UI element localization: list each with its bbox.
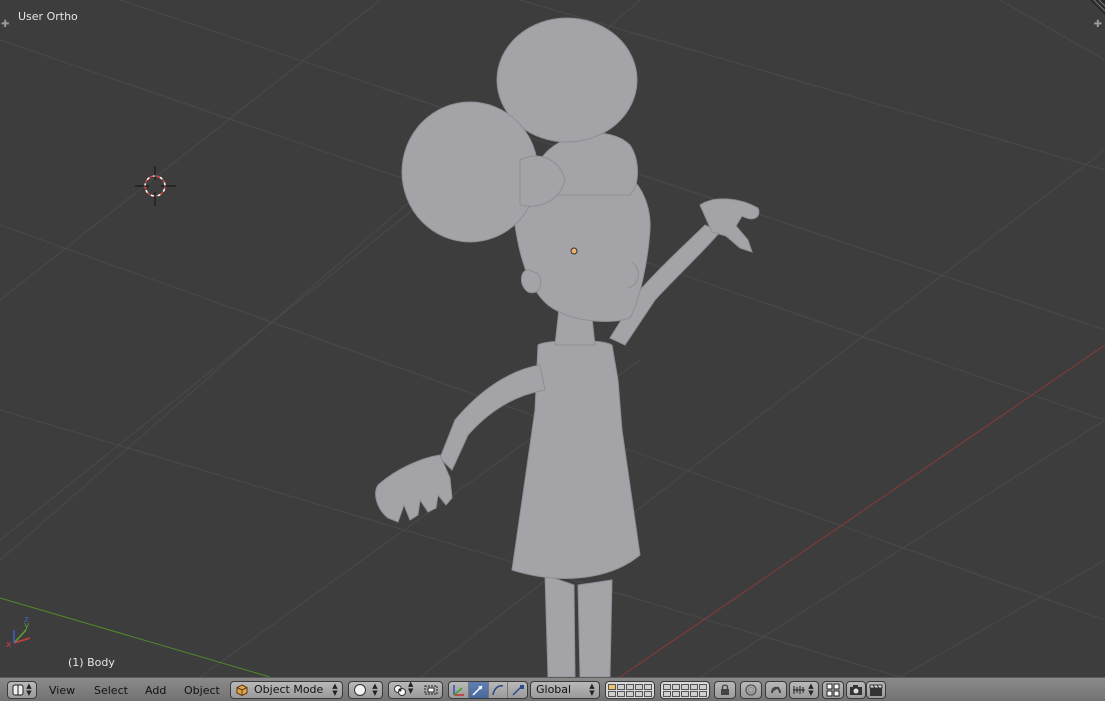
layer-cell[interactable] [635, 684, 643, 690]
snap-element-selector[interactable]: ▲ ▼ [789, 681, 819, 699]
transform-orientation-selector[interactable]: Global ▲ ▼ [530, 681, 600, 699]
manipulator-icon [453, 685, 465, 696]
snap-increment-icon [793, 686, 805, 694]
proportional-edit-icon [745, 684, 757, 696]
3d-view-icon [12, 684, 24, 696]
menu-view[interactable]: View [49, 684, 75, 697]
clapperboard-icon [869, 684, 883, 696]
y-axis-line [0, 597, 271, 677]
3d-viewport[interactable]: x y z User Ortho ✚ ✚ (1) Body [0, 0, 1105, 677]
mode-selector[interactable]: Object Mode ▲ ▼ [230, 681, 343, 699]
layer-cell[interactable] [635, 691, 643, 697]
snap-toggle-button[interactable] [765, 681, 787, 699]
rotate-arc-icon [492, 685, 504, 696]
sphere-icon [354, 684, 366, 696]
layer-cell[interactable] [681, 684, 689, 690]
view-name-label: User Ortho [18, 10, 78, 23]
axis-widget: x y z [6, 615, 31, 650]
layer-cell[interactable] [699, 691, 707, 697]
updown-arrows-icon: ▲ ▼ [408, 680, 414, 695]
manipulator-group [448, 681, 528, 699]
pivot-icon [394, 685, 406, 696]
opengl-render-image-button[interactable] [846, 681, 866, 699]
updown-arrows-icon: ▲ ▼ [808, 682, 814, 697]
layer-cell[interactable] [690, 684, 698, 690]
rotate-manipulator[interactable] [489, 682, 509, 698]
properties-toggle-icon[interactable]: ✚ [1094, 20, 1102, 30]
layer-cell[interactable] [617, 684, 625, 690]
scale-manipulator[interactable] [508, 682, 527, 698]
updown-arrows-icon: ▲ ▼ [589, 682, 595, 697]
opengl-render-animation-button[interactable] [866, 681, 886, 699]
manipulator-toggle[interactable] [449, 682, 469, 698]
layer-cell[interactable] [626, 684, 634, 690]
viewport-shading-button[interactable]: ▲ ▼ [348, 681, 383, 699]
scale-icon [512, 685, 524, 696]
mode-label: Object Mode [254, 683, 324, 696]
updown-arrows-icon: ▲ ▼ [372, 682, 378, 697]
updown-arrows-icon: ▲ ▼ [332, 682, 338, 697]
svg-text:z: z [24, 615, 29, 625]
snap-target-button[interactable] [822, 681, 844, 699]
translate-arrow-icon [472, 685, 483, 696]
layer-cell[interactable] [681, 691, 689, 697]
menu-object[interactable]: Object [184, 684, 220, 697]
x-axis-line [619, 344, 1105, 677]
layer-cell[interactable] [663, 684, 671, 690]
svg-text:x: x [6, 640, 12, 650]
lock-camera-layers-button[interactable] [714, 681, 736, 699]
menu-add[interactable]: Add [145, 684, 166, 697]
viewport-scene: x y z [0, 0, 1105, 677]
layers-group-1[interactable] [605, 681, 655, 699]
layer-cell[interactable] [608, 691, 616, 697]
pivot-point-button[interactable]: ▲ ▼ [388, 681, 443, 699]
layer-cell[interactable] [690, 691, 698, 697]
area-split-corner[interactable] [1090, 0, 1105, 15]
layer-cell[interactable] [663, 691, 671, 697]
menu-select[interactable]: Select [94, 684, 128, 697]
object-origin [570, 247, 578, 255]
layer-cell[interactable] [699, 684, 707, 690]
layer-cell[interactable] [644, 684, 652, 690]
active-object-label: (1) Body [68, 656, 115, 669]
transform-orientation-label: Global [536, 683, 572, 696]
layer-cell[interactable] [626, 691, 634, 697]
magnet-icon [771, 686, 781, 694]
3d-cursor[interactable] [135, 166, 176, 206]
updown-arrows-icon: ▲ ▼ [26, 682, 32, 697]
snap-target-icon [826, 683, 840, 697]
layer-cell[interactable] [672, 691, 680, 697]
layers-group-2[interactable] [660, 681, 710, 699]
layer-cell[interactable] [644, 691, 652, 697]
camera-icon [850, 685, 862, 695]
translate-manipulator[interactable] [468, 682, 489, 698]
layer-cell[interactable] [608, 684, 616, 690]
lock-icon [721, 684, 729, 695]
3d-view-header: ▲ ▼ View Select Add Object Object Mode ▲ ▼… [0, 677, 1105, 701]
layer-cell[interactable] [617, 691, 625, 697]
editor-type-button[interactable]: ▲ ▼ [7, 681, 37, 699]
layer-cell[interactable] [672, 684, 680, 690]
proportional-editing-button[interactable] [740, 681, 762, 699]
selection-bounds-icon [424, 685, 438, 695]
cube-icon [236, 684, 248, 696]
character-model[interactable] [375, 17, 760, 677]
toolshelf-toggle-icon[interactable]: ✚ [1, 20, 9, 30]
